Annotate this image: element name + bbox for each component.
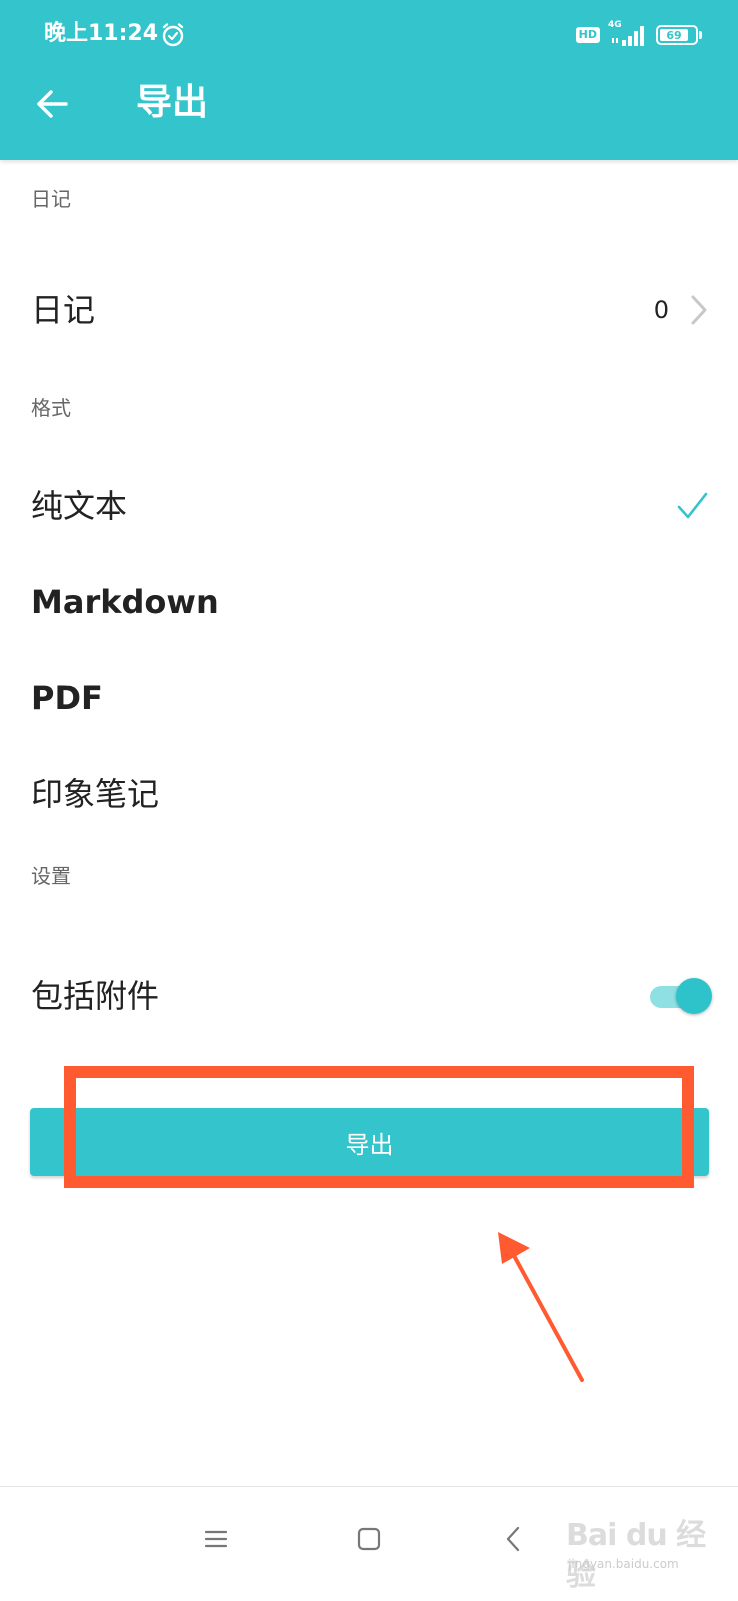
diary-select-row[interactable]: 日记 0 bbox=[0, 262, 738, 358]
nav-back-button[interactable] bbox=[486, 1511, 542, 1567]
battery-level: 69 bbox=[660, 29, 688, 42]
hd-badge: HD bbox=[575, 27, 600, 43]
format-option-evernote[interactable]: 印象笔记 bbox=[0, 746, 738, 842]
format-option-label: 纯文本 bbox=[31, 487, 128, 525]
system-nav-bar bbox=[0, 1486, 738, 1601]
format-option-label: Markdown bbox=[31, 583, 219, 621]
nav-menu-button[interactable] bbox=[188, 1511, 244, 1567]
arrow-left-icon bbox=[37, 90, 68, 118]
home-icon bbox=[357, 1527, 381, 1551]
status-time: 晚上11:24 bbox=[44, 21, 159, 46]
diary-label: 日记 bbox=[31, 291, 96, 329]
menu-icon bbox=[204, 1530, 228, 1548]
status-icons: HD 4G 69 bbox=[575, 20, 702, 50]
back-icon bbox=[506, 1526, 520, 1552]
export-button[interactable]: 导出 bbox=[30, 1108, 709, 1176]
include-attachments-row[interactable]: 包括附件 bbox=[0, 948, 738, 1044]
format-option-label: 印象笔记 bbox=[31, 775, 160, 813]
format-option-label: PDF bbox=[31, 679, 103, 717]
format-option-pdf[interactable]: PDF bbox=[0, 650, 738, 746]
app-bar: 晚上11:24 HD 4G 69 导出 bbox=[0, 0, 738, 160]
toggle-thumb bbox=[676, 978, 712, 1014]
section-header-settings: 设置 bbox=[31, 864, 71, 888]
include-attachments-label: 包括附件 bbox=[31, 977, 160, 1015]
signal-icon: 4G bbox=[608, 20, 648, 48]
back-button[interactable] bbox=[28, 80, 76, 128]
battery-icon: 69 bbox=[656, 25, 702, 45]
include-attachments-toggle[interactable] bbox=[650, 976, 712, 1016]
nav-home-button[interactable] bbox=[341, 1511, 397, 1567]
chevron-right-icon bbox=[691, 295, 707, 325]
page-title: 导出 bbox=[136, 82, 209, 123]
section-header-diary: 日记 bbox=[31, 187, 71, 211]
annotation-arrow-icon bbox=[498, 1232, 584, 1382]
format-option-markdown[interactable]: Markdown bbox=[0, 554, 738, 650]
section-header-format: 格式 bbox=[31, 396, 71, 420]
check-icon bbox=[677, 492, 708, 519]
alarm-icon bbox=[162, 23, 184, 47]
format-option-plain-text[interactable]: 纯文本 bbox=[0, 458, 738, 554]
diary-count: 0 bbox=[653, 296, 669, 324]
